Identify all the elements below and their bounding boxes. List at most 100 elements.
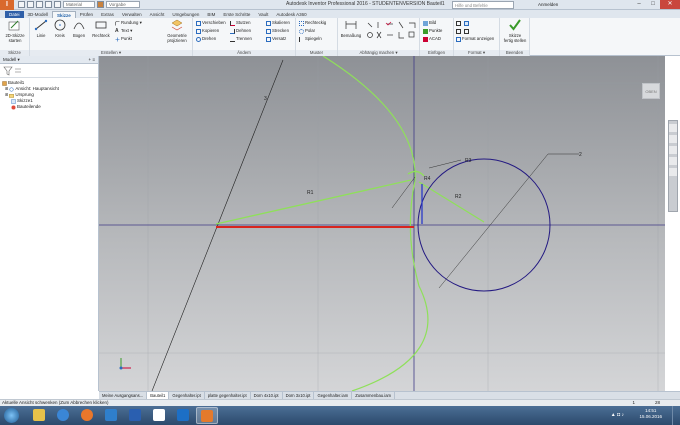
finish-sketch-button[interactable]: Skizze fertig stellen bbox=[501, 19, 529, 43]
browser-title[interactable]: Modell ▾ bbox=[3, 57, 20, 62]
start-button[interactable] bbox=[4, 408, 19, 423]
circle-button[interactable]: Kreis bbox=[51, 19, 69, 38]
constraint-icons-grid[interactable] bbox=[366, 21, 418, 43]
sketch-line-r1[interactable] bbox=[215, 179, 412, 225]
orbit-icon[interactable] bbox=[669, 157, 677, 165]
steering-wheel-icon[interactable] bbox=[669, 124, 677, 132]
doc-tab[interactable]: Gegenhalter.ipt bbox=[169, 392, 205, 399]
arc-button[interactable]: Bogen bbox=[70, 19, 88, 38]
stretch-button[interactable]: Strecken bbox=[266, 28, 289, 34]
doc-tab[interactable]: Zusammenbau.iam bbox=[352, 392, 396, 399]
centerline-toggle[interactable] bbox=[464, 20, 469, 26]
tab-inspect[interactable]: Prüfen bbox=[76, 11, 97, 18]
doc-tab[interactable]: Dorn 3x10.ipt bbox=[283, 392, 315, 399]
material-select[interactable]: Material bbox=[63, 1, 95, 8]
browser-add-icon[interactable]: + ≡ bbox=[88, 56, 95, 64]
open-icon[interactable] bbox=[27, 1, 34, 8]
zoom-icon[interactable] bbox=[669, 146, 677, 154]
trim-button[interactable]: Stutzen bbox=[230, 20, 251, 26]
expand-icon[interactable]: ⊞ bbox=[5, 92, 8, 98]
extend-button[interactable]: Dehnen bbox=[230, 28, 251, 34]
circular-pattern-button[interactable]: Polar bbox=[299, 28, 315, 34]
tab-file[interactable]: Datei bbox=[5, 11, 24, 18]
rectangle-button[interactable]: Rechteck bbox=[90, 19, 112, 38]
dim-label-r3[interactable]: R3 bbox=[465, 158, 472, 164]
sign-in-link[interactable]: Anmelden bbox=[538, 2, 558, 7]
line-button[interactable]: Linie bbox=[32, 19, 50, 38]
sketch-drawing[interactable]: R1 R2 R3 R4 2 3 bbox=[99, 56, 665, 391]
maximize-button[interactable]: □ bbox=[646, 0, 660, 9]
show-format-button[interactable]: Format anzeigen bbox=[456, 36, 494, 42]
taskbar-outlook[interactable] bbox=[172, 407, 194, 424]
dim-label-2[interactable]: 2 bbox=[579, 152, 582, 158]
rectangular-pattern-button[interactable]: Rechteckig bbox=[299, 20, 326, 26]
image-button[interactable]: Bild bbox=[423, 20, 436, 26]
system-tray-icons[interactable]: ▲ ◘ ♪ bbox=[611, 412, 624, 418]
doc-tab[interactable]: Meine Ausgangsans... bbox=[99, 392, 148, 399]
taskbar-firefox[interactable] bbox=[76, 407, 98, 424]
rotate-button[interactable]: Drehen bbox=[196, 36, 216, 42]
dim-label-r2[interactable]: R2 bbox=[455, 194, 462, 200]
project-geometry-button[interactable]: Geometrie projizieren bbox=[162, 19, 192, 43]
tab-3d-model[interactable]: 3D-Modell bbox=[24, 11, 53, 18]
look-at-icon[interactable] bbox=[669, 168, 677, 176]
copy-button[interactable]: Kopieren bbox=[196, 28, 219, 34]
large-arc[interactable] bbox=[322, 56, 429, 391]
dim-label-r1[interactable]: R1 bbox=[307, 190, 314, 196]
doc-tab[interactable]: platte gegenhalter.ipt bbox=[205, 392, 251, 399]
offset-button[interactable]: Versatz bbox=[266, 36, 286, 42]
dim-label-r4[interactable]: R4 bbox=[424, 176, 431, 182]
undo-icon[interactable] bbox=[45, 1, 52, 8]
appearance-select[interactable]: Vorgabe bbox=[106, 1, 140, 8]
acad-button[interactable]: ACAD bbox=[423, 36, 441, 42]
new-icon[interactable] bbox=[18, 1, 25, 8]
inventor-logo[interactable]: I bbox=[0, 0, 14, 10]
save-icon[interactable] bbox=[36, 1, 43, 8]
start-sketch-button[interactable]: 2D-Skizze starten bbox=[1, 19, 29, 43]
show-desktop-button[interactable] bbox=[672, 406, 680, 425]
split-button[interactable]: Trennen bbox=[230, 36, 252, 42]
text-button[interactable]: A Text ▾ bbox=[115, 28, 132, 34]
tab-environments[interactable]: Umgebungen bbox=[168, 11, 203, 18]
move-button[interactable]: Verschieben bbox=[196, 20, 226, 26]
minimize-button[interactable]: – bbox=[632, 0, 646, 9]
diagonal-construction-line[interactable] bbox=[151, 59, 284, 391]
small-arc[interactable] bbox=[407, 170, 425, 177]
taskbar-app[interactable] bbox=[148, 407, 170, 424]
tab-sketch[interactable]: Skizze bbox=[52, 11, 76, 18]
tab-a360[interactable]: Autodesk A360 bbox=[272, 11, 310, 18]
taskbar-ie[interactable] bbox=[52, 407, 74, 424]
tab-get-started[interactable]: Erste Schritte bbox=[219, 11, 254, 18]
filter-icon[interactable] bbox=[3, 66, 23, 76]
close-button[interactable]: ✕ bbox=[660, 0, 680, 9]
driven-dimension-toggle[interactable] bbox=[464, 28, 469, 34]
tab-manage[interactable]: Verwalten bbox=[118, 11, 146, 18]
taskbar-explorer[interactable] bbox=[28, 407, 50, 424]
points-button[interactable]: Punkte bbox=[423, 28, 442, 34]
doc-tab[interactable]: Gegenhalter.iam bbox=[314, 392, 353, 399]
redo-icon[interactable] bbox=[54, 1, 61, 8]
tab-vault[interactable]: Vault bbox=[254, 11, 272, 18]
tab-bim[interactable]: BIM bbox=[203, 11, 219, 18]
pan-icon[interactable] bbox=[669, 135, 677, 143]
construction-toggle[interactable] bbox=[456, 20, 461, 26]
viewcube[interactable]: OBEN bbox=[642, 83, 660, 99]
taskbar-word[interactable] bbox=[124, 407, 146, 424]
doc-tab[interactable]: Dorn 4x10.ipt bbox=[251, 392, 283, 399]
doc-tab-active[interactable]: Bauteil1 bbox=[147, 392, 170, 399]
help-search-input[interactable]: Hilfe und Befehle durchsuchen... bbox=[452, 1, 514, 15]
dim-label-3[interactable]: 3 bbox=[264, 96, 267, 102]
point-button[interactable]: Punkt bbox=[115, 36, 132, 42]
mirror-button[interactable]: Spiegeln bbox=[299, 36, 322, 42]
taskbar-media[interactable] bbox=[100, 407, 122, 424]
clock[interactable]: 14:51 15.06.2016 bbox=[639, 408, 662, 420]
tree-item-end-of-part[interactable]: Bauteilende bbox=[2, 104, 98, 110]
center-point-toggle[interactable] bbox=[456, 28, 461, 34]
dimension-button[interactable]: Bemaßung bbox=[339, 19, 363, 38]
tab-tools[interactable]: Extras bbox=[97, 11, 118, 18]
taskbar-inventor[interactable] bbox=[196, 407, 218, 424]
fillet-button[interactable]: Rundung ▾ bbox=[115, 20, 142, 26]
scale-button[interactable]: Skalieren bbox=[266, 20, 290, 26]
tab-view[interactable]: Ansicht bbox=[146, 11, 169, 18]
graphics-window[interactable]: R1 R2 R3 R4 2 3 OBEN bbox=[99, 56, 665, 391]
